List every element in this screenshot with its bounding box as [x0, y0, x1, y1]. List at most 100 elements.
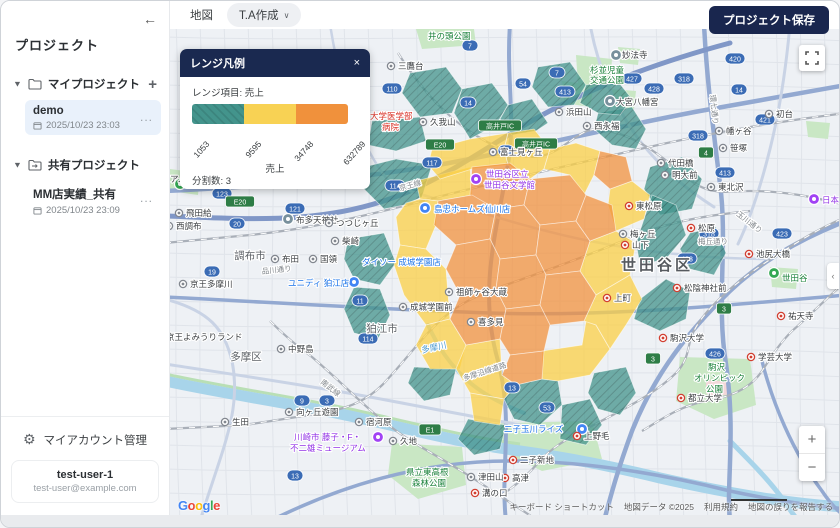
- expressway-badge-label: 3: [651, 357, 655, 364]
- map-label: 二子新地: [520, 455, 555, 465]
- legend-swatch-mid: [244, 104, 296, 124]
- map-label: 都立大学: [688, 393, 723, 403]
- map-label: 飛田給: [186, 208, 212, 218]
- report-error-link[interactable]: 地図の誤りを報告する: [748, 501, 833, 513]
- station-icon: [573, 432, 580, 439]
- map-label: 三鷹台: [398, 61, 424, 71]
- tab-ta-create[interactable]: T.A作成 ∨: [227, 3, 301, 27]
- keyboard-shortcuts-link[interactable]: キーボード ショートカット: [510, 501, 614, 513]
- road-shield-number: 7: [555, 71, 559, 78]
- map-label: 高津: [512, 473, 530, 483]
- map-label: 幡ヶ谷: [726, 126, 752, 136]
- station-icon: [509, 456, 516, 463]
- poi-icon-dot: [423, 206, 427, 210]
- map-label: つつじヶ丘: [336, 218, 379, 228]
- sidebar-collapse-icon[interactable]: ←: [143, 11, 157, 27]
- station-icon: [325, 219, 332, 226]
- choropleth-region[interactable]: [496, 255, 546, 309]
- legend-color-bar: [192, 104, 348, 124]
- project-item-demo[interactable]: demo 2025/10/23 23:03 ...: [25, 100, 161, 135]
- map-canvas[interactable]: 1141107714544132011712312120191111493131…: [170, 29, 839, 515]
- map-label: 狛江市: [366, 322, 398, 335]
- map-label: 学芸大学: [758, 352, 793, 362]
- map-data-label: 地図データ ©2025: [624, 501, 694, 513]
- station-icon: [170, 222, 173, 229]
- station-icon: [355, 418, 362, 425]
- station-icon: [331, 237, 338, 244]
- poi-icon-dot: [352, 280, 356, 284]
- map-label: 柴崎: [342, 236, 360, 246]
- map-label: 駒沢: [708, 362, 726, 372]
- tab-map[interactable]: 地図: [190, 7, 213, 23]
- road-shield-number: 19: [208, 270, 216, 277]
- item-menu-button[interactable]: ...: [140, 191, 153, 205]
- zoom-in-button[interactable]: +: [799, 426, 825, 453]
- group-label[interactable]: マイプロジェクト: [48, 76, 146, 92]
- map-label: 向ヶ丘遊園: [296, 407, 339, 417]
- choropleth-region[interactable]: [500, 305, 550, 355]
- road-shield-number: 428: [648, 87, 660, 94]
- shared-folder-icon: [28, 159, 42, 171]
- chevron-down-icon[interactable]: ▼: [13, 80, 22, 89]
- road-shield-number: 9: [300, 399, 304, 406]
- add-project-button[interactable]: +: [146, 77, 159, 92]
- map-label: 妙法寺: [622, 50, 648, 60]
- station-icon: [657, 159, 664, 166]
- poi-icon-dot: [474, 177, 478, 181]
- map-label: オリンピック: [694, 373, 745, 383]
- legend-title: レンジ凡例: [190, 55, 354, 71]
- map-label: 代田橋: [668, 158, 694, 168]
- station-icon: [309, 255, 316, 262]
- map-label: 生田: [232, 417, 249, 427]
- project-sidebar: ← プロジェクト ▼ マイプロジェクト + demo 2025/10/23 23…: [1, 1, 170, 515]
- road-shield-number: 421: [759, 118, 771, 125]
- zoom-out-button[interactable]: −: [799, 454, 825, 481]
- map-label: 中野島: [288, 344, 314, 354]
- user-card[interactable]: test-user-1 test-user@example.com: [11, 460, 159, 503]
- account-settings-link[interactable]: ⚙ マイアカウント管理: [11, 431, 159, 448]
- map-label: 初台: [776, 109, 793, 119]
- expressway-badge-label: E1: [426, 428, 435, 435]
- map-label: 笹塚: [730, 143, 748, 153]
- save-project-button[interactable]: プロジェクト保存: [709, 6, 829, 34]
- station-icon: [765, 110, 772, 117]
- fullscreen-button[interactable]: [799, 45, 825, 71]
- project-item-shared[interactable]: MM店実績_共有 2025/10/23 23:09 ...: [25, 181, 161, 220]
- folder-icon: [28, 78, 42, 90]
- zoom-control: + −: [799, 426, 825, 481]
- station-icon: [745, 250, 752, 257]
- road-shield-number: 3: [325, 399, 329, 406]
- legend-header[interactable]: レンジ凡例 ×: [180, 49, 370, 77]
- terms-link[interactable]: 利用規約: [704, 501, 738, 513]
- expressway-badge-label: 4: [704, 151, 708, 158]
- station-icon: [271, 255, 278, 262]
- right-panel-collapse-button[interactable]: ‹: [827, 263, 839, 289]
- map-label: 布田: [282, 254, 299, 264]
- map-label: ユニディ 狛江店: [288, 278, 350, 288]
- close-icon[interactable]: ×: [354, 57, 360, 69]
- map-label: 二子玉川ライズ: [504, 424, 564, 434]
- station-icon: [555, 108, 562, 115]
- expressway-badge-label: E20: [234, 200, 247, 207]
- map-label: 調布市: [234, 249, 266, 262]
- station-icon: [747, 353, 754, 360]
- group-label[interactable]: 共有プロジェクト: [48, 157, 159, 173]
- station-icon: [719, 144, 726, 151]
- road-shield-number: 20: [233, 222, 241, 229]
- map-label: 喜多見: [478, 317, 504, 327]
- map-label: 大宮八幡宮: [616, 97, 659, 107]
- chevron-down-icon: ∨: [284, 11, 290, 20]
- station-icon: [659, 334, 666, 341]
- station-icon: [661, 171, 668, 178]
- poi-icon-dot: [608, 99, 612, 103]
- station-icon: [603, 294, 610, 301]
- item-menu-button[interactable]: ...: [140, 110, 153, 124]
- shared-projects-group: ▼ 共有プロジェクト MM店実績_共有 2025/10/23 23:09 ...: [1, 153, 169, 220]
- station-icon: [277, 345, 284, 352]
- choropleth-region[interactable]: [470, 393, 504, 425]
- station-icon: [677, 394, 684, 401]
- chevron-down-icon[interactable]: ▼: [13, 161, 22, 170]
- station-icon: [715, 127, 722, 134]
- station-icon: [467, 473, 474, 480]
- sidebar-title: プロジェクト: [15, 35, 169, 54]
